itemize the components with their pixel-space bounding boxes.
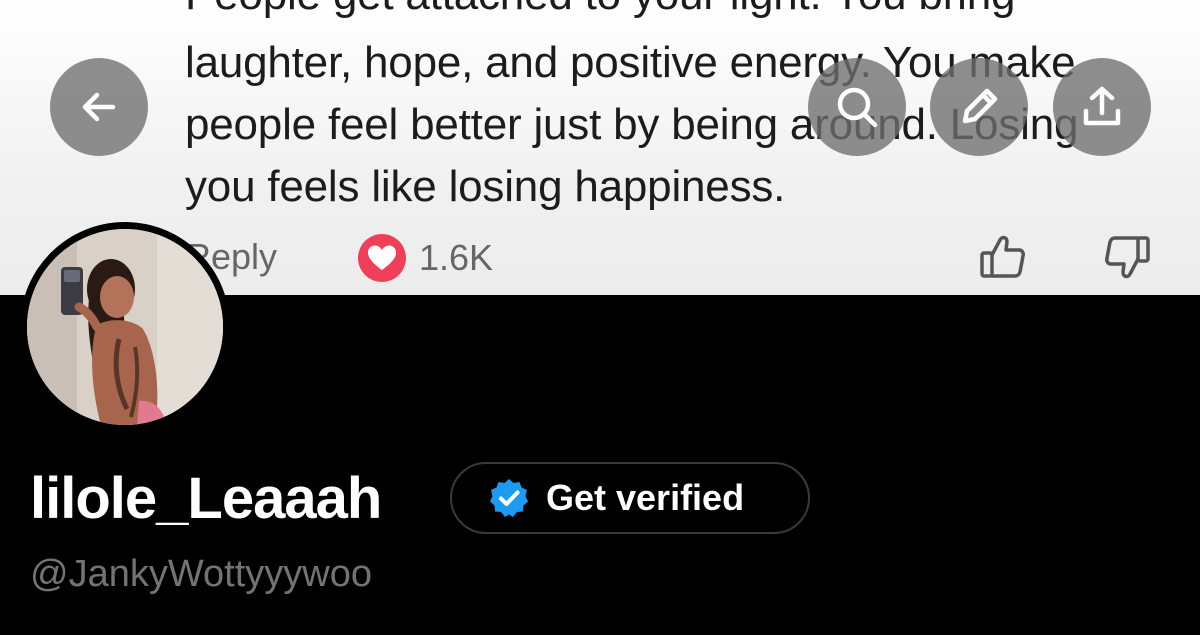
comment-line: People get attached to your light. You b…: [185, 0, 1015, 20]
comment-line: you feels like losing happiness.: [185, 162, 786, 211]
search-icon: [837, 87, 878, 128]
edit-button[interactable]: [930, 58, 1028, 156]
pencil-icon: [962, 88, 998, 124]
back-button[interactable]: [50, 58, 148, 156]
avatar-photo: [27, 229, 223, 425]
search-button[interactable]: [808, 58, 906, 156]
heart-icon: [358, 234, 406, 282]
like-count: 1.6K: [419, 237, 494, 278]
arrow-left-icon: [82, 92, 116, 122]
like-button[interactable]: 1.6K: [357, 233, 493, 283]
get-verified-button[interactable]: Get verified: [450, 462, 810, 534]
thumbs-down-icon[interactable]: [1102, 232, 1152, 282]
get-verified-label: Get verified: [546, 477, 745, 518]
display-name: lilole_Leaaah: [30, 466, 382, 531]
share-icon: [1083, 86, 1121, 126]
share-button[interactable]: [1053, 58, 1151, 156]
verified-badge-icon: [490, 479, 528, 517]
user-handle: @JankyWottyyywoo: [30, 553, 372, 595]
thumbs-up-icon[interactable]: [978, 232, 1028, 282]
avatar[interactable]: [20, 222, 230, 432]
